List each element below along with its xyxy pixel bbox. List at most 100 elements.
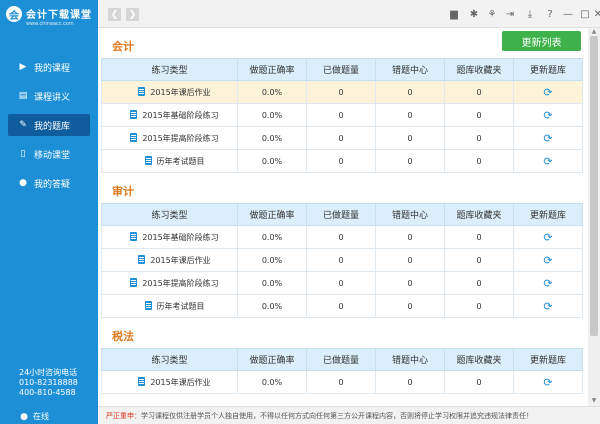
sync-icon[interactable]: ⟳ — [543, 132, 552, 145]
favorites-cell[interactable]: 0 — [444, 126, 514, 150]
table-row[interactable]: 2015年基础阶段练习 0.0% 0 0 0 ⟳ — [101, 225, 583, 249]
forward-button[interactable]: ❯ — [126, 8, 139, 21]
footer-warning: 严正重申： — [106, 411, 141, 420]
section-title: 审计 — [112, 185, 134, 198]
online-status[interactable]: ● 在线 — [19, 411, 49, 422]
scroll-up-icon[interactable]: ▲ — [590, 29, 598, 35]
sync-icon[interactable]: ⟳ — [543, 155, 552, 168]
sidebar-item-label: 课程讲义 — [34, 92, 71, 103]
wrong-center-cell[interactable]: 0 — [375, 149, 445, 173]
table-row[interactable]: 2015年提高阶段练习 0.0% 0 0 0 ⟳ — [101, 126, 583, 150]
table-row[interactable]: 2015年基础阶段练习 0.0% 0 0 0 ⟳ — [101, 103, 583, 127]
table-row[interactable]: 2015年提高阶段练习 0.0% 0 0 0 ⟳ — [101, 271, 583, 295]
footer-text: 学习课程仅供注册学员个人独自使用，不得以任何方式向任何第三方公开课程内容，否则将… — [141, 411, 533, 420]
wrong-center-cell[interactable]: 0 — [375, 80, 445, 104]
update-bank-cell[interactable]: ⟳ — [513, 149, 583, 173]
minimize-icon[interactable]: — — [562, 8, 574, 20]
column-header: 练习类型 — [101, 203, 238, 226]
practice-type-cell[interactable]: 2015年基础阶段练习 — [101, 103, 238, 127]
login-icon[interactable]: ⇥ — [504, 8, 516, 20]
sidebar-item-1[interactable]: ▶ 我的课程 — [8, 56, 90, 78]
favorites-cell[interactable]: 0 — [444, 271, 514, 295]
refresh-list-button[interactable]: 更新列表 — [502, 31, 581, 51]
wrong-center-cell[interactable]: 0 — [375, 126, 445, 150]
logo: 会 会计下载课堂 www.chinaacc.com — [0, 0, 98, 34]
practice-type-label[interactable]: 2015年课后作业 — [150, 88, 210, 97]
column-header: 更新题库 — [513, 348, 583, 371]
practice-type-label[interactable]: 2015年提高阶段练习 — [142, 134, 218, 143]
close-icon[interactable]: ✕ — [592, 8, 600, 20]
practice-type-cell[interactable]: 历年考试题目 — [101, 294, 238, 318]
sync-icon[interactable]: ⟳ — [543, 254, 552, 267]
favorites-cell[interactable]: 0 — [444, 80, 514, 104]
update-bank-cell[interactable]: ⟳ — [513, 126, 583, 150]
table-row[interactable]: 历年考试题目 0.0% 0 0 0 ⟳ — [101, 294, 583, 318]
favorites-cell[interactable]: 0 — [444, 248, 514, 272]
back-button[interactable]: ❮ — [108, 8, 121, 21]
app-url: www.chinaacc.com — [26, 21, 74, 27]
favorites-cell[interactable]: 0 — [444, 149, 514, 173]
practice-type-label[interactable]: 2015年基础阶段练习 — [142, 111, 218, 120]
practice-type-label[interactable]: 2015年课后作业 — [150, 378, 210, 387]
wrong-center-cell[interactable]: 0 — [375, 248, 445, 272]
table-row[interactable]: 2015年课后作业 0.0% 0 0 0 ⟳ — [101, 370, 583, 394]
favorites-cell[interactable]: 0 — [444, 103, 514, 127]
scroll-down-icon[interactable]: ▼ — [590, 398, 598, 404]
favorites-cell[interactable]: 0 — [444, 294, 514, 318]
update-bank-cell[interactable]: ⟳ — [513, 294, 583, 318]
update-bank-cell[interactable]: ⟳ — [513, 225, 583, 249]
wrong-center-cell[interactable]: 0 — [375, 271, 445, 295]
practice-type-cell[interactable]: 2015年课后作业 — [101, 80, 238, 104]
sidebar-item-4[interactable]: ▯ 移动课堂 — [8, 143, 90, 165]
scroll-thumb[interactable] — [590, 36, 598, 336]
wrong-center-cell[interactable]: 0 — [375, 225, 445, 249]
practice-type-cell[interactable]: 2015年提高阶段练习 — [101, 126, 238, 150]
phone-number-2: 400-810-4588 — [19, 388, 76, 397]
wrong-center-cell[interactable]: 0 — [375, 103, 445, 127]
document-icon — [138, 376, 146, 386]
sync-icon[interactable]: ⟳ — [543, 86, 552, 99]
update-bank-cell[interactable]: ⟳ — [513, 370, 583, 394]
practice-type-cell[interactable]: 2015年课后作业 — [101, 248, 238, 272]
sync-icon[interactable]: ⟳ — [543, 376, 552, 389]
column-header: 错题中心 — [375, 58, 445, 81]
practice-type-cell[interactable]: 2015年基础阶段练习 — [101, 225, 238, 249]
practice-type-cell[interactable]: 2015年课后作业 — [101, 370, 238, 394]
practice-type-label[interactable]: 2015年基础阶段练习 — [142, 233, 218, 242]
practice-type-cell[interactable]: 2015年提高阶段练习 — [101, 271, 238, 295]
table-row[interactable]: 2015年课后作业 0.0% 0 0 0 ⟳ — [101, 80, 583, 104]
update-bank-cell[interactable]: ⟳ — [513, 80, 583, 104]
update-bank-cell[interactable]: ⟳ — [513, 248, 583, 272]
maximize-icon[interactable]: □ — [579, 8, 591, 20]
practice-type-label[interactable]: 2015年提高阶段练习 — [142, 279, 218, 288]
sync-icon[interactable]: ⟳ — [543, 277, 552, 290]
scrollbar[interactable]: ▲ ▼ — [588, 28, 600, 406]
shirt-icon[interactable]: ⚘ — [486, 8, 498, 20]
gear-icon[interactable]: ✱ — [468, 8, 480, 20]
accuracy-cell: 0.0% — [237, 103, 307, 127]
table-row[interactable]: 历年考试题目 0.0% 0 0 0 ⟳ — [101, 149, 583, 173]
favorites-cell[interactable]: 0 — [444, 370, 514, 394]
sync-icon[interactable]: ⟳ — [543, 300, 552, 313]
message-icon[interactable]: ▆ — [448, 8, 460, 20]
sidebar-item-3[interactable]: ✎ 我的题库 — [8, 114, 90, 136]
practice-type-label[interactable]: 2015年课后作业 — [150, 256, 210, 265]
help-icon[interactable]: ? — [544, 8, 556, 20]
column-header: 做题正确率 — [237, 203, 307, 226]
favorites-cell[interactable]: 0 — [444, 225, 514, 249]
practice-type-cell[interactable]: 历年考试题目 — [101, 149, 238, 173]
practice-type-label[interactable]: 历年考试题目 — [157, 157, 205, 166]
accuracy-cell: 0.0% — [237, 149, 307, 173]
table-row[interactable]: 2015年课后作业 0.0% 0 0 0 ⟳ — [101, 248, 583, 272]
update-bank-cell[interactable]: ⟳ — [513, 271, 583, 295]
sidebar-item-2[interactable]: ▤ 课程讲义 — [8, 85, 90, 107]
update-bank-cell[interactable]: ⟳ — [513, 103, 583, 127]
wrong-center-cell[interactable]: 0 — [375, 294, 445, 318]
wrong-center-cell[interactable]: 0 — [375, 370, 445, 394]
app-title: 会计下载课堂 — [26, 10, 92, 21]
sync-icon[interactable]: ⟳ — [543, 109, 552, 122]
download-icon[interactable]: ⤓ — [524, 8, 536, 20]
sidebar-item-5[interactable]: ● 我的答疑 — [8, 172, 90, 194]
practice-type-label[interactable]: 历年考试题目 — [157, 302, 205, 311]
sync-icon[interactable]: ⟳ — [543, 231, 552, 244]
